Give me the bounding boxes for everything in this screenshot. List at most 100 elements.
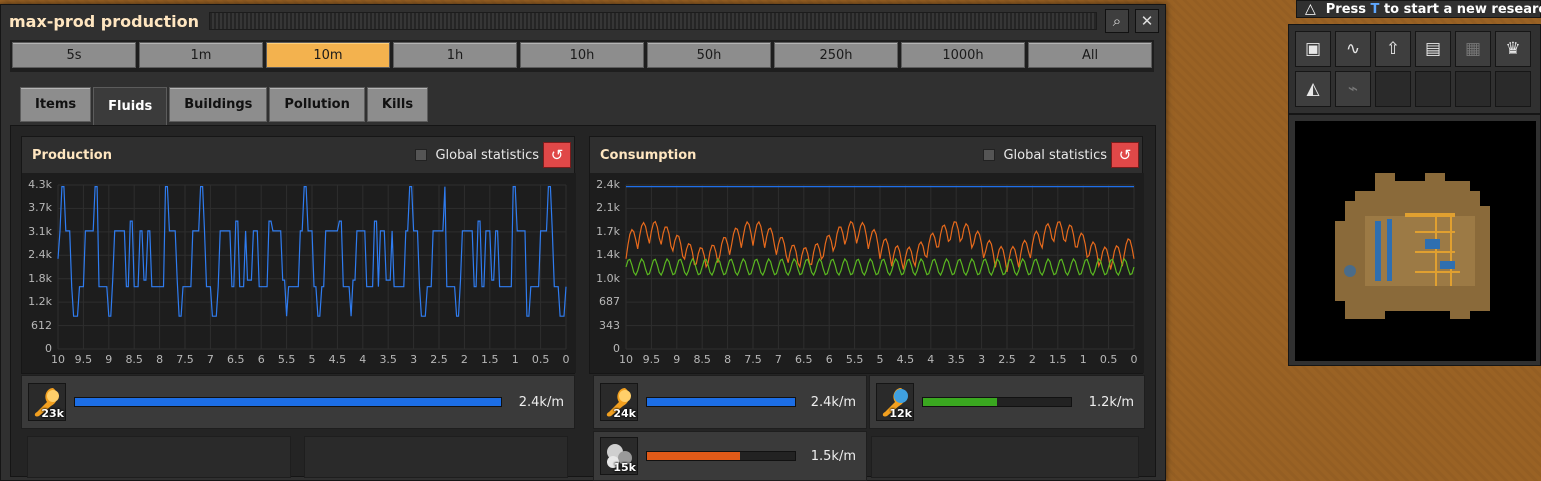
- tab-pollution[interactable]: Pollution: [269, 87, 365, 122]
- reset-button[interactable]: ↺: [543, 142, 571, 168]
- train-icon[interactable]: ▦: [1455, 31, 1491, 67]
- x-tick-label: 6.5: [227, 353, 245, 366]
- time-range-8[interactable]: All: [1028, 42, 1152, 68]
- x-tick-label: 8.5: [693, 353, 711, 366]
- x-tick-label: 4: [927, 353, 935, 366]
- time-range-1[interactable]: 1m: [139, 42, 263, 68]
- x-tick-label: 4.5: [896, 353, 915, 366]
- item-count: 12k: [889, 407, 912, 420]
- window-titlebar: max-prod production ⌕ ✕: [1, 5, 1165, 37]
- tab-fluids[interactable]: Fluids: [93, 87, 168, 125]
- x-tick-label: 0.5: [531, 353, 550, 366]
- search-button[interactable]: ⌕: [1105, 9, 1129, 33]
- time-range-2[interactable]: 10m: [266, 42, 390, 68]
- consumption-graph: 2.4k 2.1k 1.7k 1.4k 1.0k 687 343 0 10 9.5 9 8.5 8 7.5…: [590, 173, 1144, 373]
- y-tick-label: 4.3k: [28, 178, 52, 191]
- empty-slot: [871, 436, 1139, 478]
- global-statistics-checkbox[interactable]: [415, 149, 428, 161]
- rate-bar-fill: [923, 398, 997, 406]
- consumption-item-row[interactable]: 12k 1.2k/m: [869, 375, 1145, 429]
- consumption-header: Consumption Global statistics ↺: [590, 137, 1142, 173]
- production-header: Production Global statistics ↺: [22, 137, 574, 173]
- y-tick-label: 2.4k: [28, 248, 52, 262]
- rate-bar: [646, 451, 796, 461]
- x-tick-label: 7: [206, 353, 214, 366]
- x-tick-label: 10: [619, 353, 633, 366]
- x-tick-label: 8: [724, 353, 732, 366]
- network-icon[interactable]: ⌁: [1335, 71, 1371, 107]
- x-tick-label: 9: [673, 353, 681, 366]
- reset-button[interactable]: ↺: [1111, 142, 1139, 168]
- x-tick-label: 1.5: [1049, 353, 1067, 366]
- x-tick-label: 0: [1130, 353, 1138, 366]
- tab-kills[interactable]: Kills: [366, 87, 429, 122]
- empty-slot: [1455, 71, 1491, 107]
- encyclopedia-icon[interactable]: ▤: [1415, 31, 1451, 67]
- time-range-0[interactable]: 5s: [12, 42, 136, 68]
- fluid-orange-icon: 24k: [600, 383, 638, 421]
- warning-icon: △: [1305, 1, 1316, 17]
- empty-slot: [1415, 71, 1451, 107]
- consumption-item-row[interactable]: 15k 1.5k/m: [593, 431, 867, 481]
- consumption-panel: Consumption Global statistics ↺ 2.4k 2.1k…: [589, 136, 1144, 374]
- rate-bar-fill: [75, 398, 501, 406]
- x-tick-label: 1: [511, 353, 519, 366]
- graph-canvas: [57, 184, 567, 350]
- production-panel: Production Global statistics ↺ 4.3k 3.7k 3…: [21, 136, 576, 374]
- map-view-icon[interactable]: ▣: [1295, 31, 1331, 67]
- x-tick-label: 7: [774, 353, 782, 366]
- x-tick-label: 5.5: [845, 353, 864, 366]
- research-notice: △ Press T to start a new research.: [1296, 0, 1541, 18]
- production-item-row[interactable]: 23k 2.4k/m: [21, 375, 575, 429]
- x-tick-label: 4: [359, 353, 367, 366]
- stats-pulse-icon[interactable]: ∿: [1335, 31, 1371, 67]
- y-tick-label: 1.0k: [596, 271, 620, 285]
- reset-icon: ↺: [550, 146, 564, 164]
- x-tick-label: 3: [410, 353, 418, 366]
- minimap-terrain: [1335, 173, 1490, 319]
- y-tick-label: 2.1k: [596, 201, 620, 215]
- time-range-7[interactable]: 1000h: [901, 42, 1025, 68]
- window-drag-handle[interactable]: [208, 12, 1097, 30]
- y-tick-label: 343: [599, 318, 620, 332]
- rate-bar-fill: [647, 398, 795, 406]
- category-tabs: Items Fluids Buildings Pollution Kills: [20, 87, 429, 125]
- fluid-blue-icon: 12k: [876, 383, 914, 421]
- x-tick-label: 7.5: [176, 353, 194, 366]
- tutorial-icon[interactable]: ◭: [1295, 71, 1331, 107]
- research-press: Press: [1325, 1, 1367, 17]
- gas-grey-icon: 15k: [600, 437, 638, 475]
- item-rate: 1.5k/m: [810, 448, 856, 464]
- close-button[interactable]: ✕: [1135, 9, 1159, 33]
- x-tick-label: 2.5: [998, 353, 1016, 366]
- x-tick-label: 3.5: [947, 353, 965, 366]
- y-tick-label: 3.1k: [28, 224, 52, 238]
- rate-bar: [922, 397, 1072, 407]
- item-rate: 2.4k/m: [518, 394, 564, 410]
- time-range-3[interactable]: 1h: [393, 42, 517, 68]
- x-tick-label: 5: [308, 353, 316, 366]
- x-tick-label: 9.5: [642, 353, 661, 366]
- minimap[interactable]: [1295, 121, 1536, 361]
- item-count: 23k: [41, 407, 64, 420]
- production-title: Production: [32, 147, 112, 163]
- x-tick-label: 6: [825, 353, 833, 366]
- x-tick-label: 5: [876, 353, 884, 366]
- upgrade-icon[interactable]: ⇧: [1375, 31, 1411, 67]
- time-range-5[interactable]: 50h: [647, 42, 771, 68]
- x-tick-label: 7.5: [744, 353, 762, 366]
- consumption-item-row[interactable]: 24k 2.4k/m: [593, 375, 867, 429]
- y-tick-label: 1.2k: [28, 295, 52, 309]
- tab-buildings[interactable]: Buildings: [169, 87, 268, 122]
- global-statistics-checkbox[interactable]: [983, 149, 996, 161]
- time-range-6[interactable]: 250h: [774, 42, 898, 68]
- x-tick-label: 10: [51, 353, 65, 366]
- achievements-icon[interactable]: ♛: [1495, 31, 1531, 67]
- x-tick-label: 6: [257, 353, 265, 366]
- y-tick-label: 612: [31, 318, 52, 332]
- empty-slot: [27, 436, 291, 478]
- tab-items[interactable]: Items: [20, 87, 92, 122]
- time-range-4[interactable]: 10h: [520, 42, 644, 68]
- graph-canvas: [625, 184, 1135, 350]
- x-tick-label: 0.5: [1099, 353, 1118, 366]
